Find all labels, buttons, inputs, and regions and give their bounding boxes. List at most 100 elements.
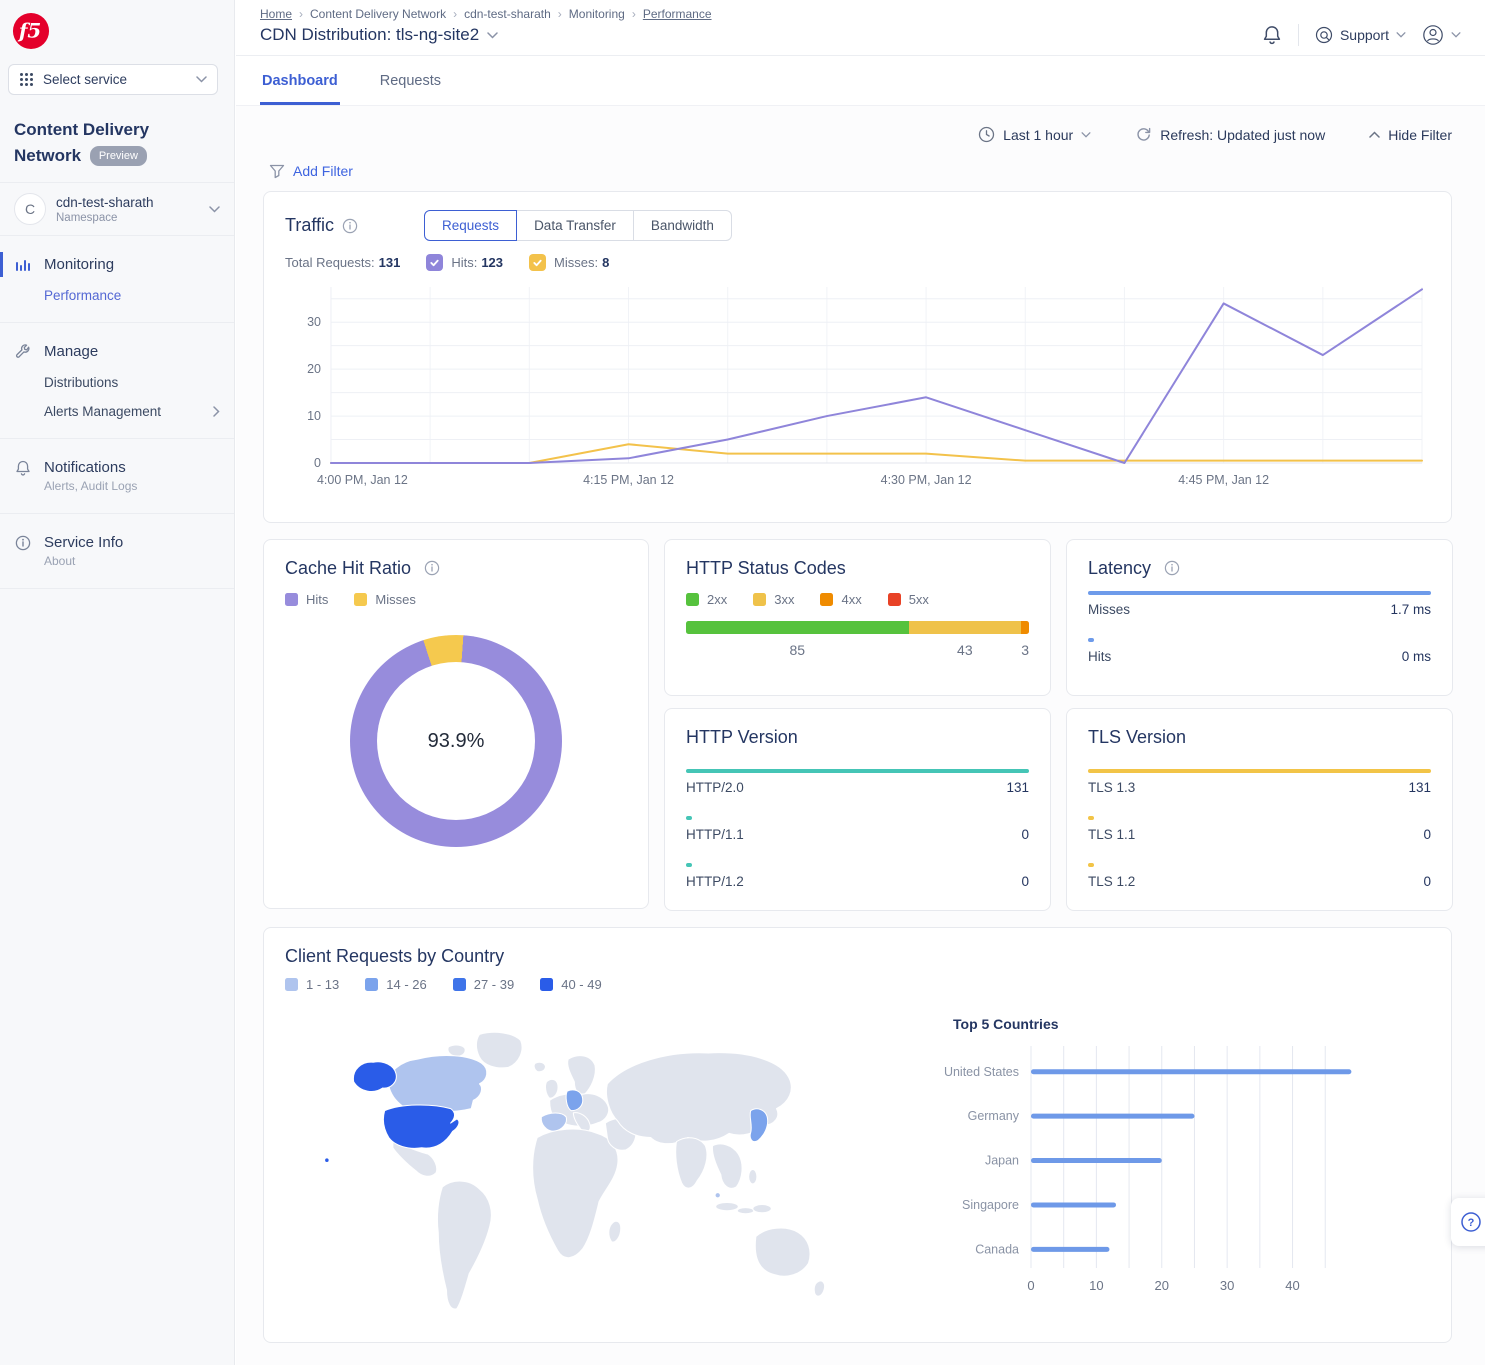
time-range-dropdown[interactable]: Last 1 hour [978, 126, 1091, 143]
namespace-selector[interactable]: C cdn-test-sharath Namespace [0, 182, 234, 236]
info-icon[interactable] [1164, 560, 1180, 576]
breadcrumb-monitoring[interactable]: Monitoring [569, 7, 625, 21]
help-button[interactable]: ? [1451, 1198, 1485, 1246]
support-icon [1315, 26, 1333, 44]
sidebar-item-notifications[interactable]: Notifications Alerts, Audit Logs [0, 451, 234, 501]
tab-requests[interactable]: Requests [378, 56, 443, 105]
latency-panel: Latency Misses1.7 ms Hits0 ms [1066, 539, 1453, 696]
2xx-swatch [686, 593, 699, 606]
traffic-panel: Traffic Requests Data Transfer Bandwidth [263, 191, 1452, 523]
bucket2-swatch [365, 978, 378, 991]
svg-text:Japan: Japan [985, 1154, 1019, 1168]
map-hawaii [325, 1158, 330, 1163]
info-icon[interactable] [424, 560, 440, 576]
info-icon[interactable] [342, 218, 358, 234]
svg-text:4:45 PM, Jan 12: 4:45 PM, Jan 12 [1178, 473, 1269, 487]
traffic-tab-data-transfer[interactable]: Data Transfer [516, 210, 634, 241]
sidebar-item-label: Service Info [44, 534, 123, 551]
page-title[interactable]: CDN Distribution: tls-ng-site2 [260, 25, 712, 45]
sidebar-item-manage[interactable]: Manage [0, 335, 234, 368]
breadcrumb-namespace[interactable]: cdn-test-sharath [464, 7, 551, 21]
map-spain [541, 1113, 566, 1131]
product-title-block: Content Delivery Network Preview [0, 95, 234, 168]
traffic-tab-requests[interactable]: Requests [424, 210, 517, 241]
refresh-icon [1135, 126, 1152, 143]
svg-text:United States: United States [944, 1065, 1019, 1079]
traffic-metric-toggle: Requests Data Transfer Bandwidth [424, 210, 732, 241]
svg-text:20: 20 [1155, 1278, 1169, 1293]
map-uk [546, 1079, 559, 1098]
tls11-bar [1088, 816, 1094, 820]
latency-title: Latency [1088, 558, 1151, 579]
latency-row: Misses1.7 ms [1088, 591, 1431, 617]
chevron-up-icon [1369, 131, 1380, 138]
namespace-label: Namespace [56, 212, 199, 224]
bucket4-swatch [540, 978, 553, 991]
map-south-america [437, 1181, 491, 1309]
sidebar-item-service-info[interactable]: Service Info About [0, 526, 234, 576]
sidebar-item-performance[interactable]: Performance [0, 281, 234, 310]
map-se-asia [712, 1144, 742, 1188]
add-filter-button[interactable]: Add Filter [263, 159, 1452, 191]
svg-text:4:15 PM, Jan 12: 4:15 PM, Jan 12 [583, 473, 674, 487]
svg-text:4:30 PM, Jan 12: 4:30 PM, Jan 12 [881, 473, 972, 487]
f5-logo[interactable]: f5 [0, 0, 234, 50]
hits-checkbox[interactable] [426, 254, 443, 271]
chevron-down-icon [1451, 32, 1461, 38]
chevron-down-icon [1396, 32, 1406, 38]
map-new-zealand [814, 1281, 824, 1296]
bell-icon [14, 460, 32, 477]
http-version-row: HTTP/2.0131 [686, 769, 1029, 795]
sidebar-item-distributions[interactable]: Distributions [0, 368, 234, 397]
breadcrumb-performance[interactable]: Performance [643, 7, 712, 21]
map-india [676, 1138, 707, 1188]
svg-text:Germany: Germany [968, 1109, 1020, 1123]
chevron-right-icon [213, 406, 220, 417]
map-australia [755, 1228, 810, 1276]
apps-grid-icon [19, 72, 34, 87]
svg-text:10: 10 [1089, 1278, 1103, 1293]
map-germany [566, 1090, 583, 1111]
tls-version-title: TLS Version [1088, 727, 1186, 748]
http-status-codes-panel: HTTP Status Codes 2xx 3xx 4xx 5xx 85433 [664, 539, 1051, 696]
tls-version-panel: TLS Version TLS 1.3131 TLS 1.10 TLS 1.20 [1066, 708, 1453, 911]
namespace-name: cdn-test-sharath [56, 195, 199, 210]
breadcrumb-home[interactable]: Home [260, 7, 292, 21]
http-version-row: HTTP/1.10 [686, 816, 1029, 842]
account-menu[interactable] [1422, 24, 1461, 46]
total-requests-stat: Total Requests:131 [285, 255, 400, 270]
tls13-bar [1088, 769, 1431, 773]
map-singapore [715, 1193, 720, 1198]
misses-toggle[interactable]: Misses:8 [529, 254, 609, 271]
wrench-icon [14, 344, 32, 360]
tab-dashboard[interactable]: Dashboard [260, 56, 340, 105]
bar-chart-icon [14, 257, 32, 272]
hits-toggle[interactable]: Hits:123 [426, 254, 503, 271]
world-map[interactable] [285, 1022, 905, 1357]
hide-filter-button[interactable]: Hide Filter [1369, 127, 1452, 143]
traffic-tab-bandwidth[interactable]: Bandwidth [633, 210, 732, 241]
notifications-bell-button[interactable] [1262, 25, 1282, 46]
sidebar-item-label: Monitoring [44, 256, 114, 273]
sidebar-item-alerts-management[interactable]: Alerts Management [0, 397, 234, 426]
chevron-down-icon [1081, 132, 1091, 138]
tls12-bar [1088, 863, 1094, 867]
top-bar: Home› Content Delivery Network› cdn-test… [236, 0, 1485, 56]
latency-hits-bar [1088, 638, 1094, 642]
breadcrumb-cdn[interactable]: Content Delivery Network [310, 7, 446, 21]
map-iceland [534, 1062, 545, 1072]
misses-checkbox[interactable] [529, 254, 546, 271]
select-service-dropdown[interactable]: Select service [8, 64, 218, 95]
support-menu[interactable]: Support [1315, 26, 1406, 44]
breadcrumb: Home› Content Delivery Network› cdn-test… [260, 7, 712, 21]
cache-title: Cache Hit Ratio [285, 558, 411, 579]
map-canada [389, 1056, 487, 1112]
map-united-states [383, 1105, 459, 1148]
cache-legend: Hits Misses [285, 592, 627, 607]
refresh-button[interactable]: Refresh: Updated just now [1135, 126, 1325, 143]
sidebar-item-monitoring[interactable]: Monitoring [0, 248, 234, 281]
map-alaska-us [353, 1062, 396, 1092]
status-codes-bar [686, 621, 1029, 634]
app-root: f5 Select service Content Delivery Netwo… [0, 0, 1485, 1365]
http2-bar [686, 769, 1029, 773]
